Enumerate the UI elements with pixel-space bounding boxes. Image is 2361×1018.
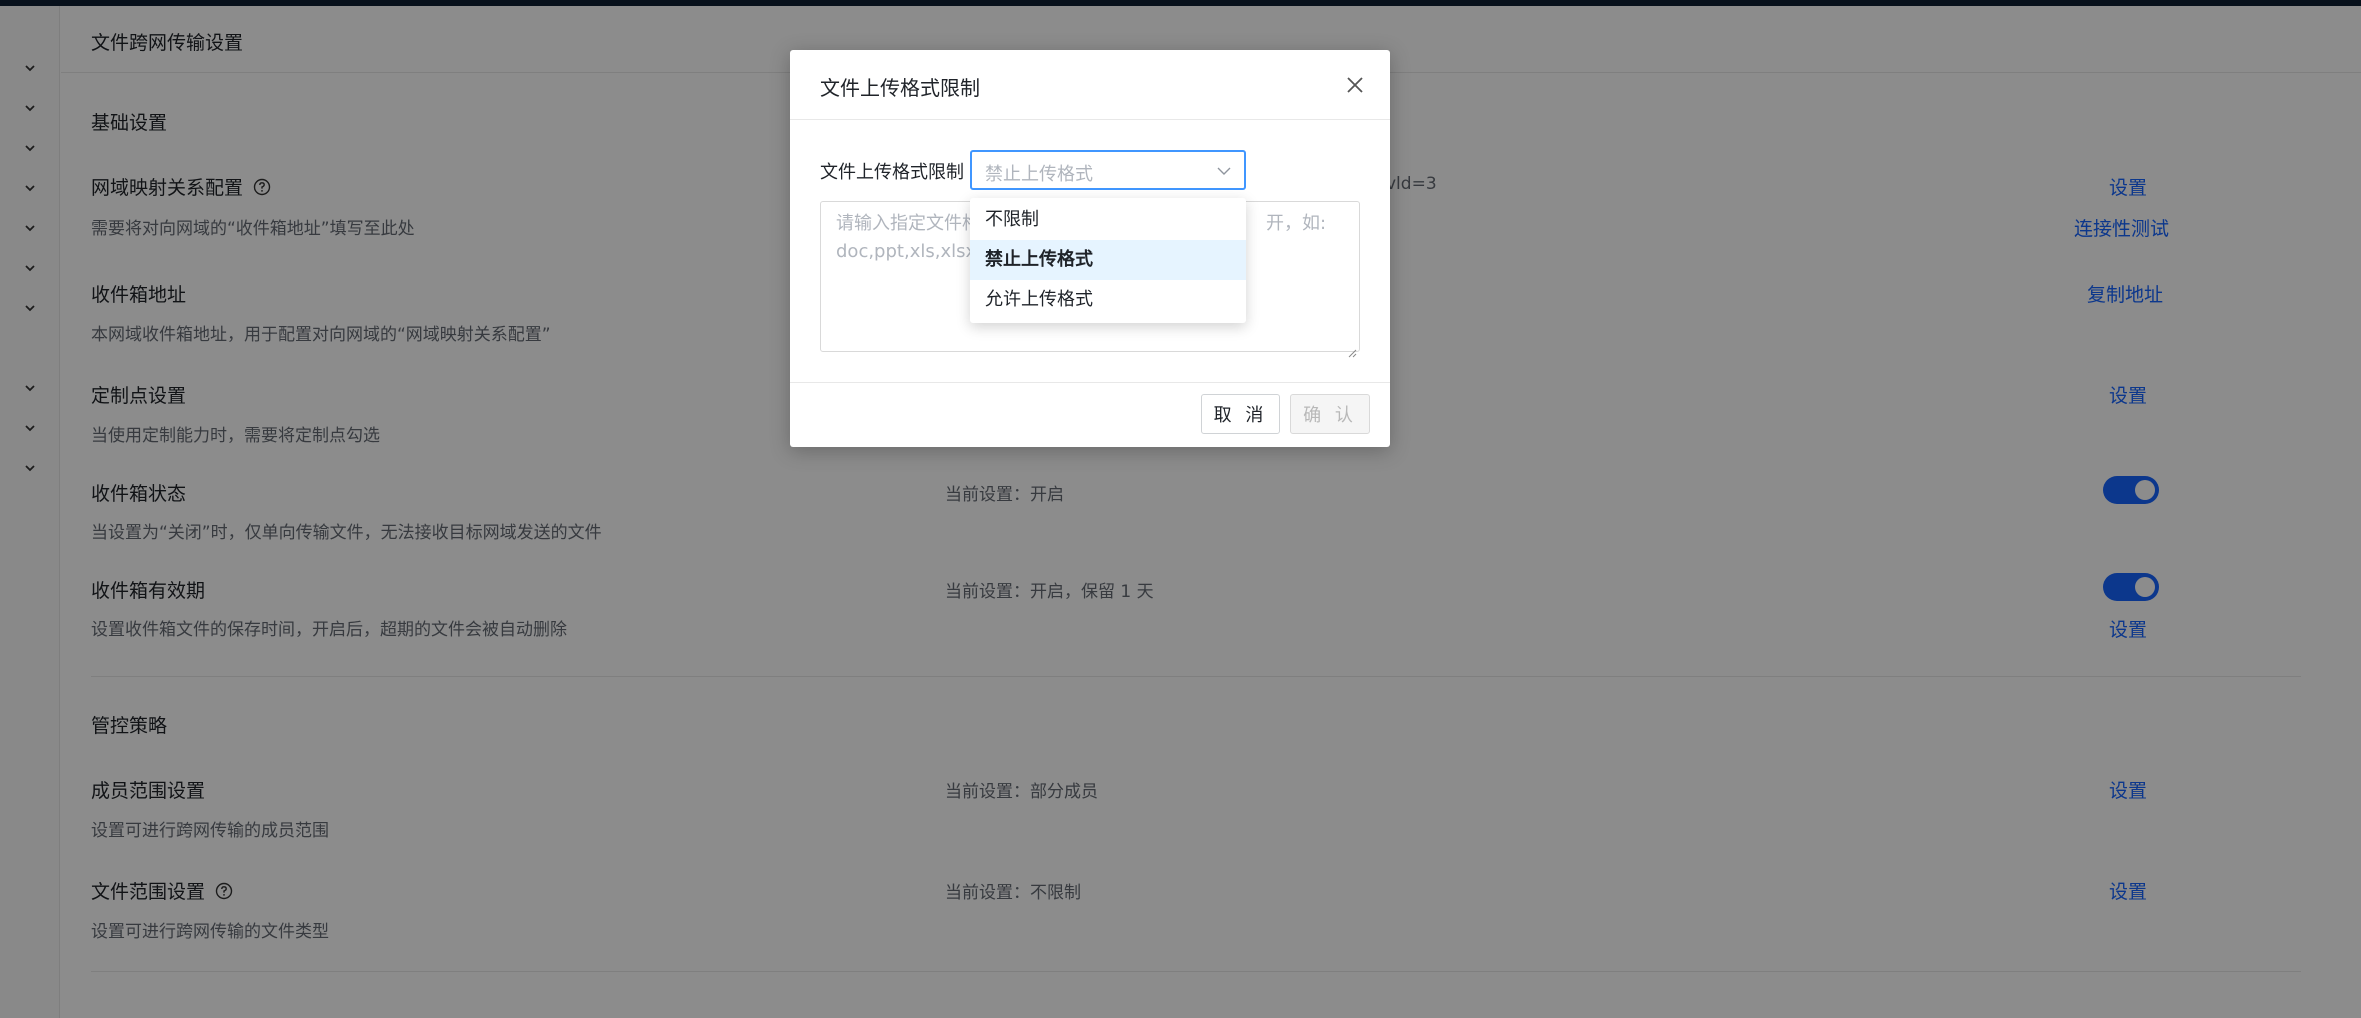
cancel-button[interactable]: 取 消 xyxy=(1201,394,1280,434)
select-value: 禁止上传格式 xyxy=(985,164,1093,185)
format-restriction-select[interactable]: 禁止上传格式 xyxy=(970,150,1246,190)
divider xyxy=(790,382,1390,383)
textarea-placeholder: 请输入指定文件格 xyxy=(836,213,980,234)
chevron-down-icon xyxy=(1216,163,1232,179)
dropdown-option-no-limit[interactable]: 不限制 xyxy=(970,200,1246,240)
dropdown-option-allow[interactable]: 允许上传格式 xyxy=(970,280,1246,320)
dropdown-option-forbid[interactable]: 禁止上传格式 xyxy=(970,240,1246,280)
resize-grip-icon[interactable] xyxy=(1347,339,1357,358)
confirm-button[interactable]: 确 认 xyxy=(1290,394,1370,434)
close-icon[interactable] xyxy=(1344,74,1366,96)
textarea-placeholder: 开，如: xyxy=(1266,213,1327,234)
modal-header: 文件上传格式限制 xyxy=(790,50,1390,120)
modal-title: 文件上传格式限制 xyxy=(820,76,980,100)
form-label: 文件上传格式限制 xyxy=(820,162,964,183)
format-restriction-dropdown: 不限制 禁止上传格式 允许上传格式 xyxy=(970,198,1246,323)
